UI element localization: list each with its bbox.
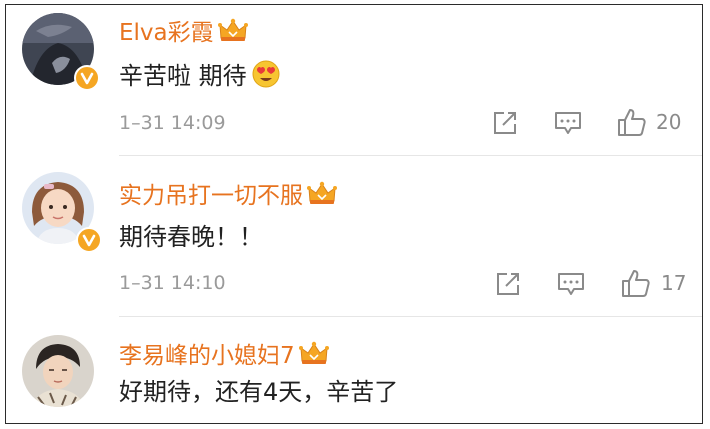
comment-text: 好期待，还有4天，辛苦了 [119, 378, 399, 406]
comment-item: 实力吊打一切不服 期待春晚！！ 1–31 14:10 17 [6, 155, 702, 316]
comment-list: Elva彩霞 辛苦啦 期待 1–31 14:09 20 实力吊打一切不服 期待春… [5, 4, 703, 424]
comment-text: 辛苦啦 期待 [119, 59, 281, 92]
like-icon[interactable] [621, 268, 651, 298]
crown-icon [298, 341, 329, 364]
timestamp: 1–31 14:09 [119, 112, 226, 134]
crown-icon [217, 18, 248, 41]
crown-icon [307, 181, 337, 204]
comment-icon[interactable] [554, 110, 582, 136]
like-count: 20 [656, 110, 682, 134]
like-count: 17 [661, 271, 687, 295]
username-text[interactable]: 实力吊打一切不服 [119, 183, 303, 209]
avatar[interactable] [22, 335, 94, 407]
verified-badge-icon [74, 65, 100, 91]
like-icon[interactable] [617, 107, 647, 137]
username[interactable]: 实力吊打一切不服 [119, 180, 337, 210]
username[interactable]: Elva彩霞 [119, 17, 248, 47]
heart-eyes-emoji-icon [252, 60, 280, 88]
username[interactable]: 李易峰的小媳妇7 [119, 340, 329, 370]
comment-item: 李易峰的小媳妇7 好期待，还有4天，辛苦了 [6, 316, 702, 423]
verified-badge-icon [76, 227, 102, 253]
comment-text-content: 辛苦啦 期待 [119, 62, 247, 90]
username-text[interactable]: 李易峰的小媳妇7 [119, 343, 295, 369]
comment-icon[interactable] [557, 271, 585, 297]
comment-item: Elva彩霞 辛苦啦 期待 1–31 14:09 20 [6, 5, 702, 155]
share-icon[interactable] [495, 271, 521, 297]
share-icon[interactable] [492, 110, 518, 136]
timestamp: 1–31 14:10 [119, 272, 226, 294]
comment-text: 期待春晚！！ [119, 223, 263, 251]
username-text[interactable]: Elva彩霞 [119, 20, 214, 46]
